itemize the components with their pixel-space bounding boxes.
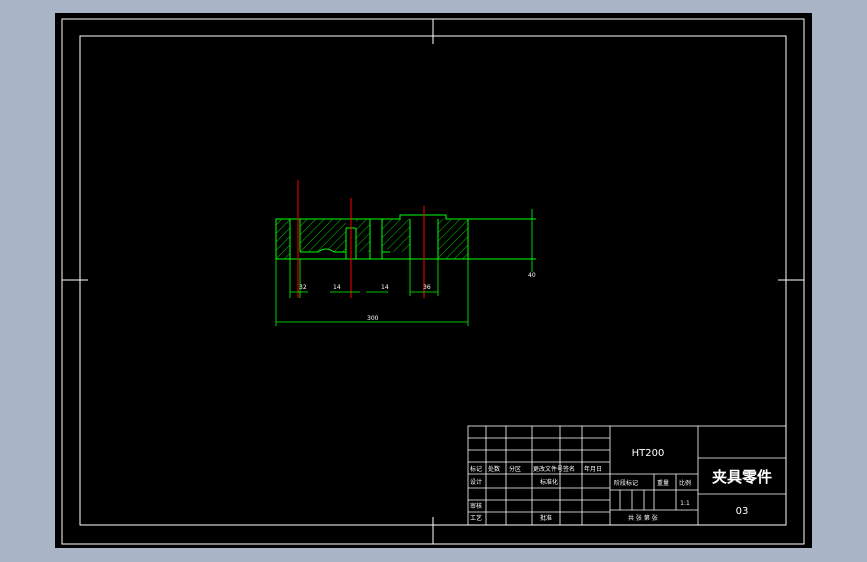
label-reviewer: 审核 bbox=[470, 502, 482, 510]
dim-height: 40 bbox=[528, 272, 536, 279]
label-scale: 比例 bbox=[679, 479, 691, 487]
label-zone: 分区 bbox=[509, 465, 521, 473]
material-label: HT200 bbox=[632, 448, 665, 459]
hatch-center bbox=[356, 219, 370, 252]
hatch-right bbox=[438, 219, 468, 259]
label-process: 工艺 bbox=[470, 514, 482, 522]
hatch-left bbox=[276, 219, 290, 259]
label-designer: 设计 bbox=[470, 478, 482, 486]
label-sheets: 共 张 第 张 bbox=[628, 514, 658, 522]
dim-mid-slot-a: 14 bbox=[333, 284, 341, 291]
dim-mid-slot-b: 14 bbox=[381, 284, 389, 291]
drawing-area bbox=[55, 13, 812, 548]
cad-drawing-canvas[interactable]: 40 32 14 14 36 300 HT200 夹具零件 03 1:1 标记 … bbox=[0, 0, 867, 562]
label-count: 处数 bbox=[488, 465, 500, 473]
drawing-number: 03 bbox=[736, 506, 749, 517]
hatch-center-left bbox=[300, 219, 346, 252]
label-date: 年月日 bbox=[584, 465, 602, 473]
label-signature: 签名 bbox=[563, 465, 575, 473]
label-standardize: 标准化 bbox=[540, 478, 558, 486]
part-name: 夹具零件 bbox=[712, 468, 772, 486]
label-approve: 批准 bbox=[540, 514, 552, 522]
hatch-center-right bbox=[382, 219, 410, 252]
label-change-doc: 更改文件号 bbox=[533, 465, 563, 473]
label-mark: 标记 bbox=[470, 465, 482, 473]
dim-right-pocket: 36 bbox=[423, 284, 431, 291]
dim-overall-width: 300 bbox=[367, 315, 379, 322]
scale-value: 1:1 bbox=[680, 500, 690, 507]
label-weight: 重量 bbox=[657, 479, 669, 487]
dim-left-pocket: 32 bbox=[299, 284, 307, 291]
label-stage-mark: 阶段标记 bbox=[614, 479, 638, 487]
